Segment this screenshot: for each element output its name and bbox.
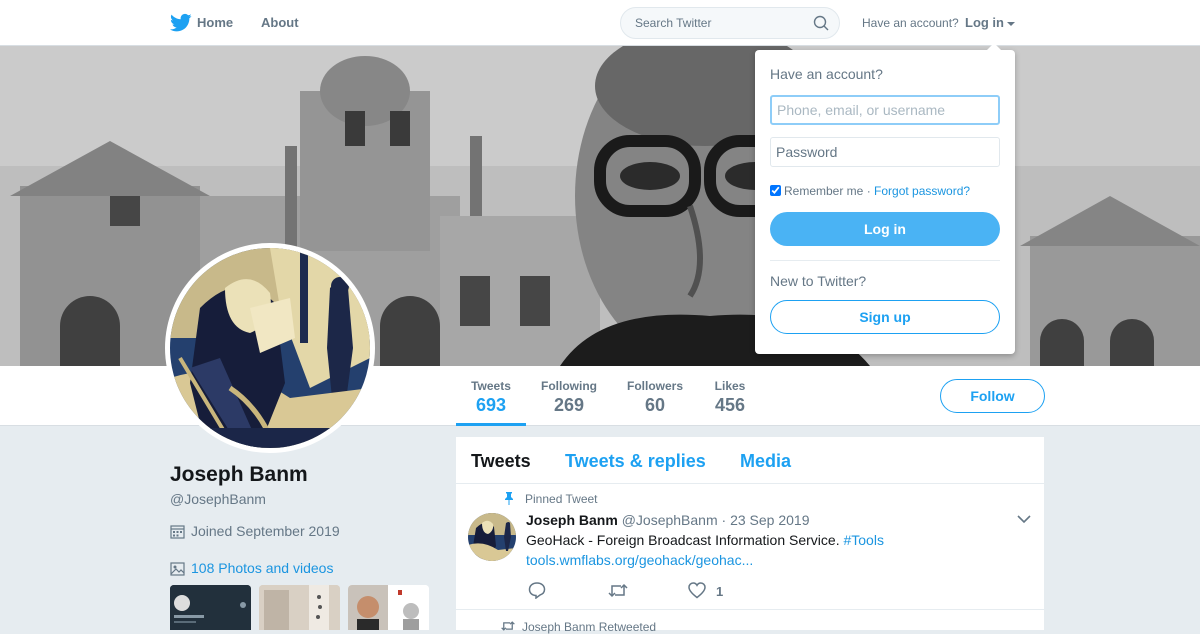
tweet-avatar[interactable] [468,513,516,561]
calendar-icon [170,525,185,539]
joined-text: Joined September 2019 [191,523,340,539]
photos-label: 108 Photos and videos [191,560,334,576]
stat-value: 456 [714,395,746,415]
pinned-tweet[interactable]: Pinned Tweet Joseph Banm @JosephBanm · 2… [456,483,1044,610]
profile-handle: @JosephBanm [170,491,266,507]
tweet-header: Joseph Banm @JosephBanm · 23 Sep 2019 [526,512,810,528]
dropdown-caret [987,43,1001,50]
stat-label: Tweets [471,379,511,393]
photo-icon [170,562,185,576]
have-account-text: Have an account? [862,16,959,30]
retweeted-icon [501,621,515,631]
photo-thumbnail[interactable] [348,585,429,630]
tweet-avatar-image [468,513,516,561]
tweet-author-handle[interactable]: @JosephBanm [622,512,718,528]
retweet-icon[interactable] [608,582,628,599]
like-count: 1 [716,584,724,599]
stat-value: 60 [644,395,666,415]
nav-home-link[interactable]: Home [197,15,233,30]
signup-button[interactable]: Sign up [770,300,1000,334]
reply-icon[interactable] [528,582,546,599]
login-toggle-label: Log in [965,15,1004,30]
tweet-date[interactable]: · 23 Sep 2019 [722,512,810,528]
dropdown-divider [770,260,1000,261]
stat-following[interactable]: Following 269 [536,366,602,426]
tweet-text: GeoHack - Foreign Broadcast Information … [526,532,884,548]
username-field[interactable] [770,95,1000,125]
profile-avatar[interactable] [165,243,375,453]
heart-icon[interactable] [688,582,706,599]
tweet-author-name[interactable]: Joseph Banm [526,512,618,528]
stat-likes[interactable]: Likes 456 [708,366,752,426]
remember-me-label[interactable]: Remember me [784,184,863,198]
chevron-down-icon[interactable] [1017,514,1031,524]
login-dropdown-toggle[interactable]: Log in [965,15,1015,30]
timeline-tabs: Tweets Tweets & replies Media [456,437,1044,484]
thumbnail-image [259,585,340,630]
stat-followers[interactable]: Followers 60 [621,366,689,426]
login-dropdown-title: Have an account? [770,66,883,82]
retweet-context: Joseph Banm Retweeted [500,620,656,634]
twitter-bird-icon[interactable] [170,13,192,33]
stat-value: 693 [475,395,507,415]
top-navigation-bar: Home About Have an account? Log in [0,0,1200,46]
remember-me-checkbox[interactable] [770,185,781,196]
forgot-password-link[interactable]: Forgot password? [874,184,970,198]
profile-name: Joseph Banm [170,463,308,486]
tweet-hashtag[interactable]: #Tools [843,532,883,548]
search-icon[interactable] [813,15,829,31]
tweet-link[interactable]: tools.wmflabs.org/geohack/geohac... [526,552,753,568]
stat-label: Followers [626,379,683,393]
photo-thumbnail[interactable] [259,585,340,630]
password-field[interactable] [770,137,1000,167]
tab-media[interactable]: Media [740,451,791,472]
joined-date: Joined September 2019 [170,523,340,539]
login-button[interactable]: Log in [770,212,1000,246]
search-box [620,7,840,39]
tab-tweets-and-replies[interactable]: Tweets & replies [565,451,706,472]
search-input[interactable] [633,15,807,31]
login-dropdown: Have an account? Remember me · Forgot pa… [755,43,1015,354]
remember-separator: · [863,184,875,198]
thumbnail-image [348,585,429,630]
pin-icon [505,492,513,505]
avatar-image [170,248,370,448]
thumbnail-image [170,585,251,630]
caret-down-icon [1007,21,1015,26]
pinned-tweet-label: Pinned Tweet [525,492,598,506]
stat-value: 269 [553,395,585,415]
tab-tweets[interactable]: Tweets [471,451,531,472]
photo-thumbnail[interactable] [170,585,251,630]
nav-about-link[interactable]: About [261,15,299,30]
tweet-body: GeoHack - Foreign Broadcast Information … [526,532,840,548]
follow-button[interactable]: Follow [940,379,1045,413]
photos-and-videos-link[interactable]: 108 Photos and videos [170,560,333,576]
stat-tweets[interactable]: Tweets 693 [456,366,526,426]
timeline: Tweets Tweets & replies Media Pinned Twe… [456,437,1044,634]
remember-me-row: Remember me · Forgot password? [770,184,970,198]
new-to-twitter-text: New to Twitter? [770,273,867,289]
stat-label: Following [541,379,597,393]
stat-label: Likes [714,379,746,393]
retweeted-label[interactable]: Joseph Banm Retweeted [522,620,656,634]
